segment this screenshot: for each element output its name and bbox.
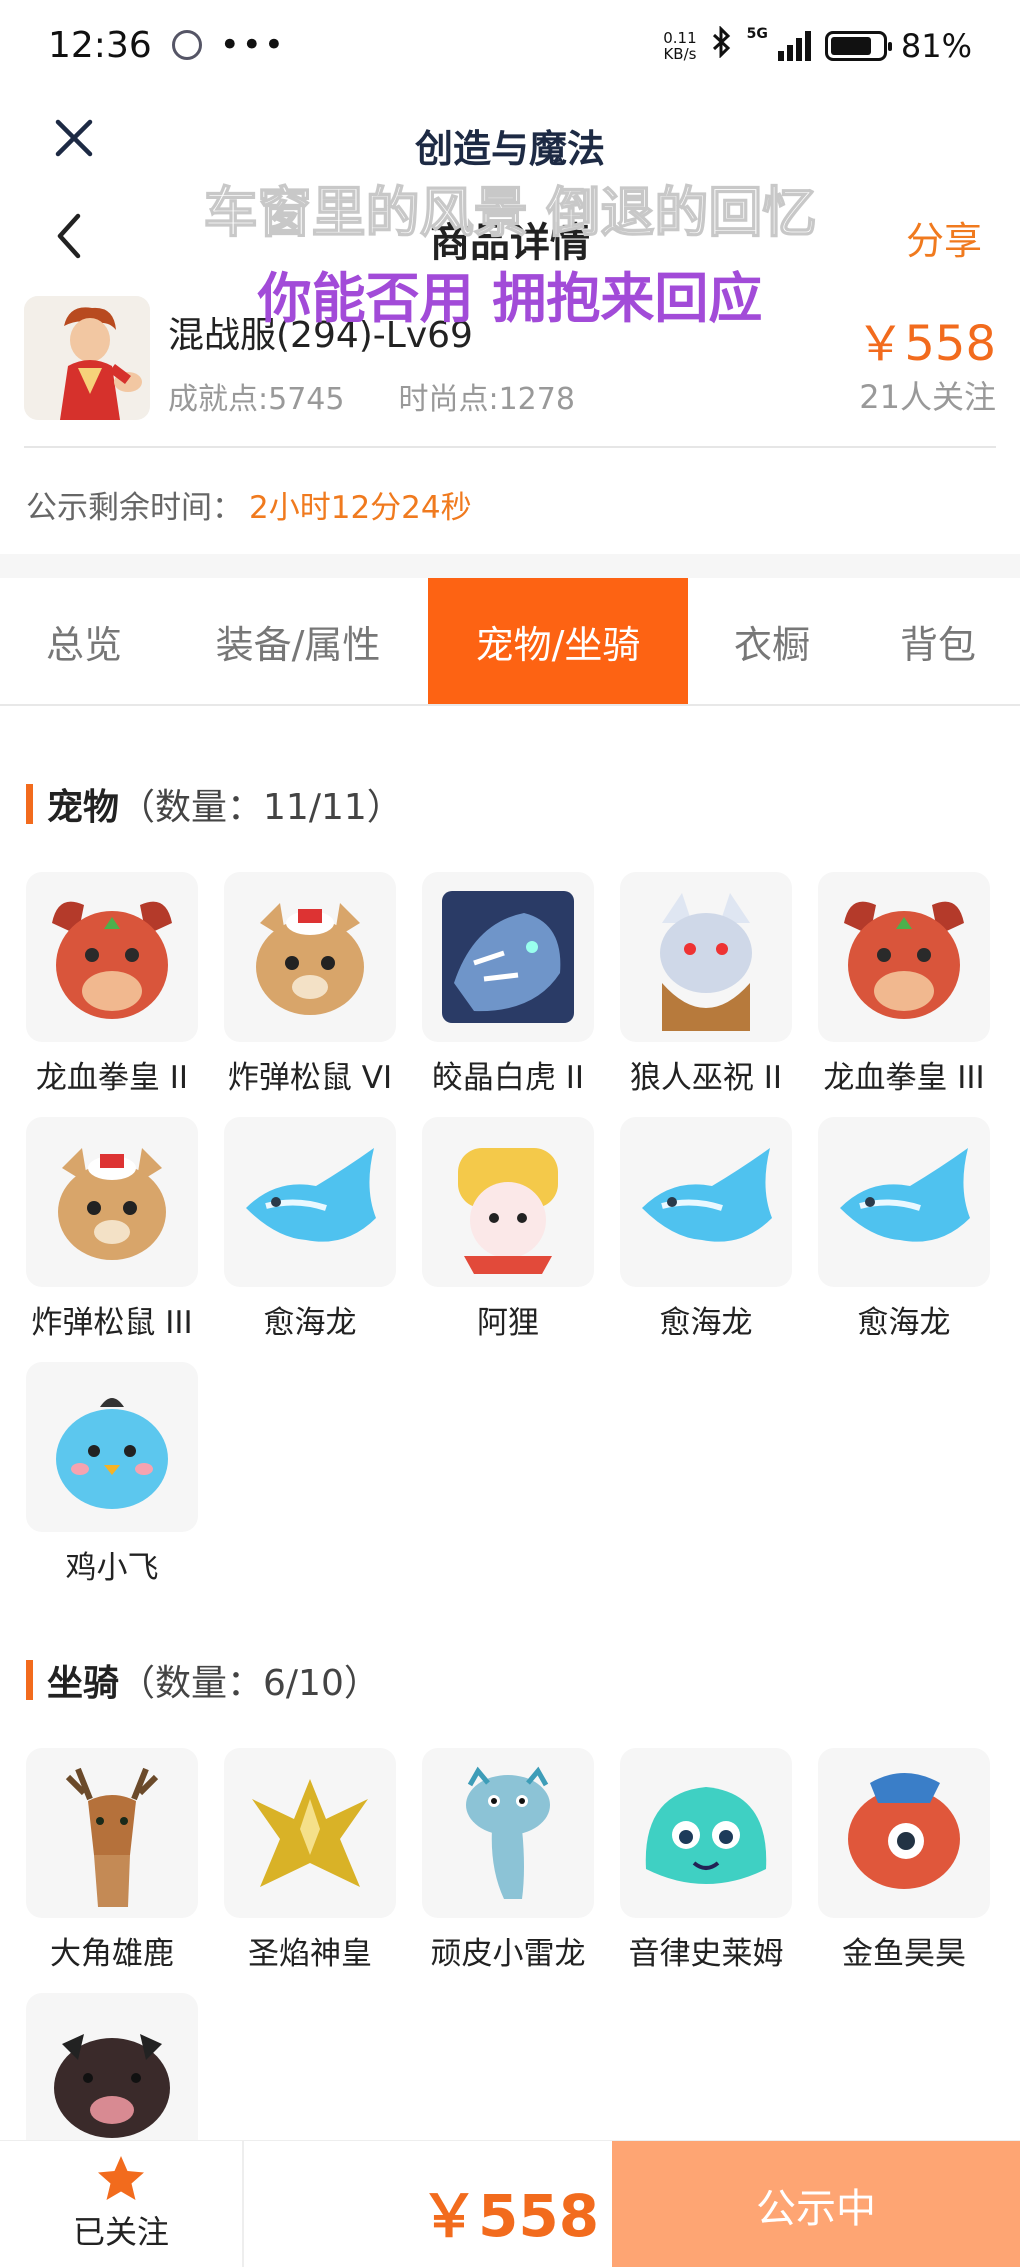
pets-section-title: 宠物 （数量：11/11） xyxy=(26,778,403,830)
star-icon xyxy=(98,2156,144,2200)
status-bar: 12:36 ••• 0.11 KB/s 5G 81% xyxy=(0,0,1020,90)
white-tiger-icon xyxy=(422,872,594,1042)
bottom-price: ￥558 xyxy=(420,2182,600,2250)
tab-overview[interactable]: 总览 xyxy=(0,578,168,704)
mounts-section-title: 坐骑 （数量：6/10） xyxy=(26,1654,380,1706)
mount-name: 大角雄鹿 xyxy=(50,1936,174,1972)
pets-count: （数量：11/11） xyxy=(119,787,403,828)
signal-icon xyxy=(777,31,811,61)
mount-name: 圣焰神皇 xyxy=(248,1936,372,1972)
network-type: 5G xyxy=(746,26,768,42)
sea-dragon-icon xyxy=(620,1117,792,1287)
mount-item[interactable]: 顽皮小雷龙 xyxy=(422,1748,594,1973)
countdown-value: 2小时12分24秒 xyxy=(249,490,472,526)
pet-item[interactable]: 鸡小飞 xyxy=(26,1362,198,1587)
mounts-title: 坐骑 xyxy=(47,1663,120,1704)
pet-name: 愈海龙 xyxy=(857,1305,951,1341)
pig-icon xyxy=(26,1993,198,2163)
mount-name: 顽皮小雷龙 xyxy=(430,1936,586,1972)
listing-status-button[interactable]: 公示中 xyxy=(612,2141,1020,2267)
net-speed: 0.11 KB/s xyxy=(663,30,696,62)
pets-title: 宠物 xyxy=(47,787,120,828)
mount-name: 音律史莱姆 xyxy=(628,1936,784,1972)
follower-count: 21人关注 xyxy=(859,378,996,416)
pet-name: 炸弹松鼠 VI xyxy=(227,1060,393,1096)
pet-name: 阿狸 xyxy=(477,1305,539,1341)
mount-name: 金鱼昊昊 xyxy=(842,1936,966,1972)
net-speed-unit: KB/s xyxy=(663,45,697,63)
phoenix-icon xyxy=(224,1748,396,1918)
bottom-action-bar: 已关注 ￥558 公示中 xyxy=(0,2140,1020,2267)
pet-name: 愈海龙 xyxy=(263,1305,357,1341)
pet-item[interactable]: 炸弹松鼠 VI xyxy=(224,872,396,1097)
slime-icon xyxy=(620,1748,792,1918)
pet-name: 愈海龙 xyxy=(659,1305,753,1341)
more-notifications-icon: ••• xyxy=(219,25,286,65)
pet-item[interactable]: 愈海龙 xyxy=(818,1117,990,1342)
lyric-line-2: 你能否用 拥抱来回应 xyxy=(257,267,763,330)
pet-name: 龙血拳皇 III xyxy=(823,1060,985,1096)
pet-name: 炸弹松鼠 III xyxy=(31,1305,193,1341)
countdown: 公示剩余时间： 2小时12分24秒 xyxy=(26,482,472,527)
pet-item[interactable]: 愈海龙 xyxy=(620,1117,792,1342)
mounts-count: （数量：6/10） xyxy=(119,1663,380,1704)
pet-item[interactable]: 龙血拳皇 III xyxy=(818,872,990,1097)
bomb-squirrel-icon xyxy=(224,872,396,1042)
pet-item[interactable]: 愈海龙 xyxy=(224,1117,396,1342)
mount-item[interactable]: 大角雄鹿 xyxy=(26,1748,198,1973)
sea-dragon-icon xyxy=(224,1117,396,1287)
bluetooth-icon xyxy=(711,25,733,66)
pet-name: 龙血拳皇 II xyxy=(35,1060,189,1096)
pet-name: 皎晶白虎 II xyxy=(431,1060,585,1096)
divider xyxy=(24,446,996,448)
ali-icon xyxy=(422,1117,594,1287)
product-stats: 成就点:5745 时尚点:1278 xyxy=(168,374,575,418)
pet-item[interactable]: 炸弹松鼠 III xyxy=(26,1117,198,1342)
stag-icon xyxy=(26,1748,198,1918)
section-separator xyxy=(0,554,1020,578)
bomb-squirrel-icon xyxy=(26,1117,198,1287)
sea-dragon-icon xyxy=(818,1117,990,1287)
lyric-line-1: 车窗里的风景 倒退的回忆 xyxy=(203,180,817,245)
mount-item[interactable]: 金鱼昊昊 xyxy=(818,1748,990,1973)
pet-item[interactable]: 皎晶白虎 II xyxy=(422,872,594,1097)
pet-item[interactable]: 龙血拳皇 II xyxy=(26,872,198,1097)
pet-name: 狼人巫祝 II xyxy=(629,1060,783,1096)
countdown-label: 公示剩余时间： xyxy=(26,490,243,526)
dragon-boxer-icon xyxy=(26,872,198,1042)
werewolf-shaman-icon xyxy=(620,872,792,1042)
battery-percent: 81% xyxy=(900,27,972,65)
mount-item[interactable]: 音律史莱姆 xyxy=(620,1748,792,1973)
tab-equipment[interactable]: 装备/属性 xyxy=(168,578,428,704)
pet-name: 鸡小飞 xyxy=(65,1550,159,1586)
thunder-dragon-icon xyxy=(422,1748,594,1918)
achievement-points: 成就点:5745 xyxy=(168,382,345,417)
status-time: 12:36 xyxy=(48,24,152,66)
tab-pets-mounts[interactable]: 宠物/坐骑 xyxy=(428,578,688,704)
chick-icon xyxy=(26,1362,198,1532)
tab-bar: 总览 装备/属性 宠物/坐骑 衣橱 背包 xyxy=(0,578,1020,706)
tab-wardrobe[interactable]: 衣橱 xyxy=(688,578,856,704)
follow-label: 已关注 xyxy=(72,2213,169,2251)
fashion-points: 时尚点:1278 xyxy=(398,382,575,417)
goldfish-icon xyxy=(818,1748,990,1918)
mount-item[interactable]: 圣焰神皇 xyxy=(224,1748,396,1973)
pet-item[interactable]: 阿狸 xyxy=(422,1117,594,1342)
app-title: 创造与魔法 xyxy=(414,127,605,171)
tab-backpack[interactable]: 背包 xyxy=(856,578,1020,704)
battery-icon xyxy=(824,31,892,61)
follow-button[interactable]: 已关注 xyxy=(0,2141,244,2267)
pet-item[interactable]: 狼人巫祝 II xyxy=(620,872,792,1097)
app-notification-icon xyxy=(171,30,202,60)
net-speed-value: 0.11 xyxy=(663,29,697,47)
dragon-boxer-icon xyxy=(818,872,990,1042)
